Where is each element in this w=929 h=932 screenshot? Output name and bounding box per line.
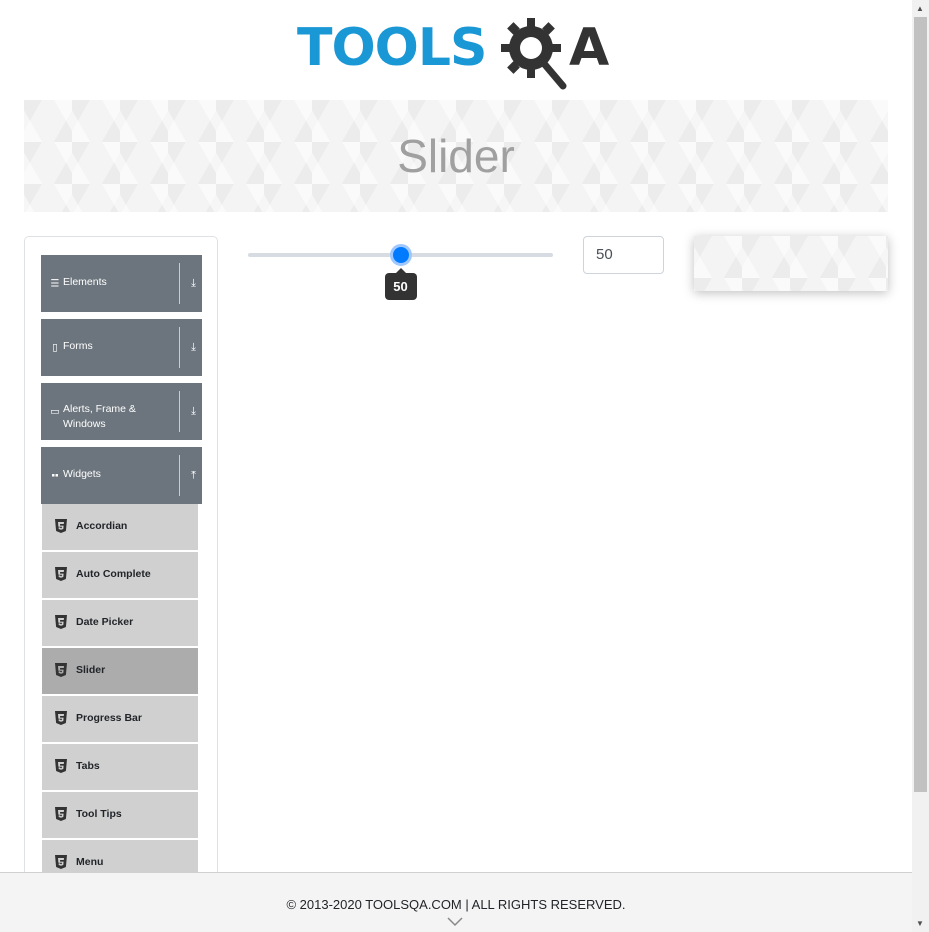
window-icon: ▭	[50, 406, 60, 417]
grid-icon: ▪▪	[51, 470, 59, 481]
html5-icon	[55, 519, 67, 533]
sidebar-item-slider[interactable]: Slider	[42, 648, 198, 694]
sidebar-item-tool-tips[interactable]: Tool Tips	[42, 792, 198, 838]
slider-value-field[interactable]: 50	[583, 236, 664, 274]
sidebar-item-progress-bar[interactable]: Progress Bar	[42, 696, 198, 742]
document-icon: ▯	[52, 342, 58, 353]
sidebar-item-label: Progress Bar	[76, 712, 142, 724]
divider	[179, 391, 180, 432]
upload-arrow-icon: ⤒	[191, 469, 196, 481]
html5-icon	[55, 663, 67, 677]
sidebar-group-elements[interactable]: ☰ Elements ⤓	[41, 255, 202, 312]
logo-a-text: A	[569, 18, 610, 78]
sidebar-item-tabs[interactable]: Tabs	[42, 744, 198, 790]
sidebar-group-label: Widgets	[63, 468, 101, 480]
sidebar-group-widgets[interactable]: ▪▪ Widgets ⤒	[41, 447, 202, 504]
html5-icon	[55, 711, 67, 725]
left-sidebar: ☰ Elements ⤓ ▯ Forms ⤓ ▭ Alerts, Frame &…	[24, 236, 218, 886]
hamburger-icon: ☰	[50, 278, 60, 289]
sidebar-group-label: Alerts, Frame & Windows	[63, 403, 136, 430]
html5-icon	[55, 855, 67, 869]
html5-icon	[55, 759, 67, 773]
sidebar-item-label: Accordian	[76, 520, 128, 532]
download-arrow-icon: ⤓	[191, 277, 196, 289]
page-title: Slider	[397, 130, 515, 182]
gear-magnifier-icon	[501, 18, 567, 90]
scroll-up-arrow-icon[interactable]: ▲	[916, 4, 924, 13]
scrollbar-thumb[interactable]	[914, 17, 927, 792]
sidebar-item-label: Slider	[76, 664, 106, 676]
footer-copyright: © 2013-2020 TOOLSQA.COM | ALL RIGHTS RES…	[286, 897, 626, 912]
sidebar-group-label: Forms	[63, 340, 93, 352]
logo-tools-text: TOOLS	[297, 18, 487, 78]
vertical-scrollbar[interactable]: ▲ ▼	[912, 0, 929, 932]
download-arrow-icon: ⤓	[191, 405, 196, 417]
sidebar-item-date-picker[interactable]: Date Picker	[42, 600, 198, 646]
scroll-down-arrow-icon[interactable]: ▼	[916, 919, 924, 928]
sidebar-group-alerts[interactable]: ▭ Alerts, Frame & Windows ⤓	[41, 383, 202, 440]
download-arrow-icon: ⤓	[191, 341, 196, 353]
sidebar-item-auto-complete[interactable]: Auto Complete	[42, 552, 198, 598]
slider-thumb[interactable]	[389, 244, 412, 266]
divider	[179, 263, 180, 304]
divider	[179, 327, 180, 368]
page-footer: © 2013-2020 TOOLSQA.COM | ALL RIGHTS RES…	[0, 872, 912, 932]
sidebar-item-label: Tool Tips	[76, 808, 122, 820]
sidebar-group-label: Elements	[63, 276, 107, 288]
logo-wordmark: TOOLS	[297, 18, 487, 78]
toolsqa-logo[interactable]: TOOLS A	[297, 14, 627, 92]
sidebar-item-label: Menu	[76, 856, 104, 868]
page-banner: Slider	[24, 100, 888, 212]
html5-icon	[55, 807, 67, 821]
sidebar-item-accordian[interactable]: Accordian	[42, 504, 198, 550]
slider-value-tooltip: 50	[384, 268, 417, 300]
sidebar-item-label: Date Picker	[76, 616, 134, 628]
range-slider[interactable]: 50	[248, 236, 558, 306]
html5-icon	[55, 615, 67, 629]
sidebar-group-forms[interactable]: ▯ Forms ⤓	[41, 319, 202, 376]
html5-icon	[55, 567, 67, 581]
sidebar-item-label: Auto Complete	[76, 568, 151, 580]
chevron-down-icon[interactable]	[447, 917, 463, 927]
divider	[179, 455, 180, 496]
ad-banner[interactable]	[694, 236, 888, 291]
sidebar-item-label: Tabs	[76, 760, 100, 772]
